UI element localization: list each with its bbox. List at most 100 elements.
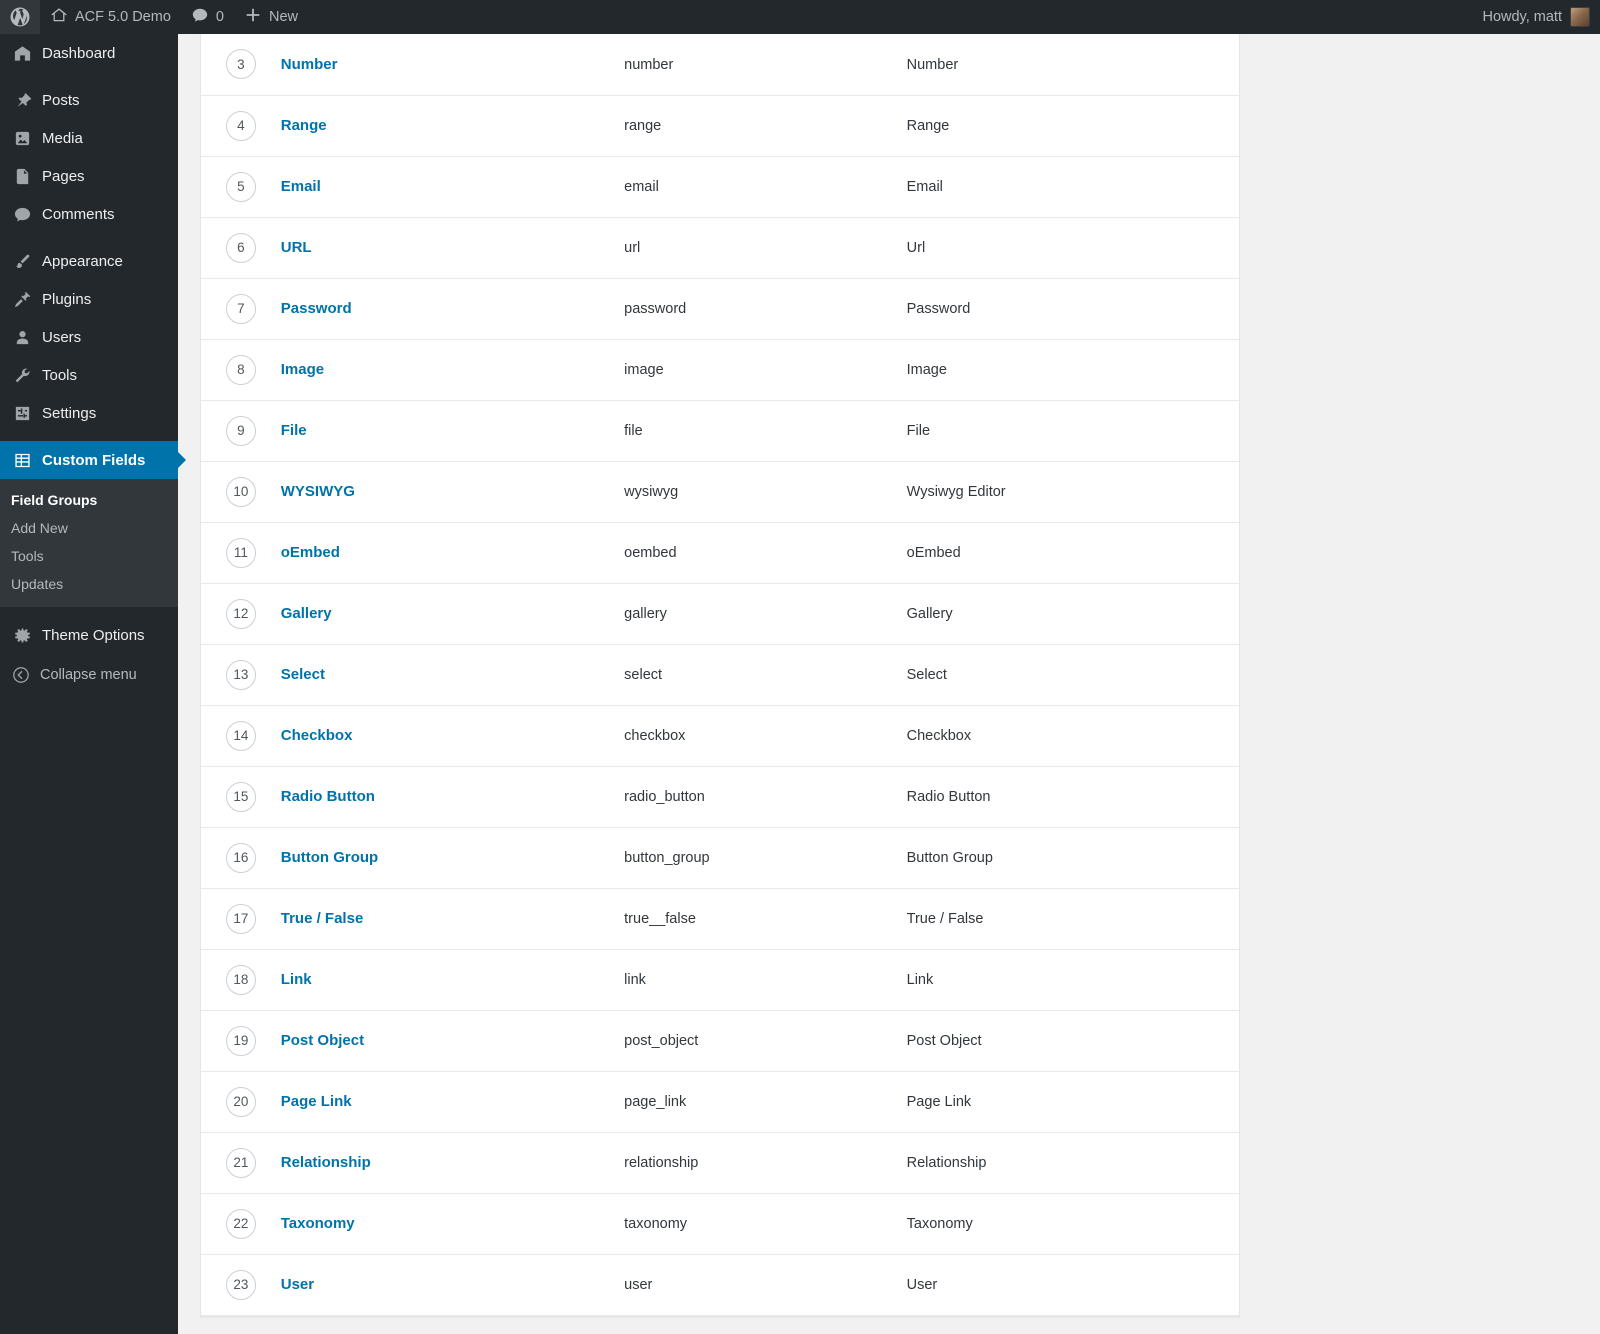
field-order-handle[interactable]: 20 (225, 1086, 256, 1117)
field-order-handle[interactable]: 15 (225, 781, 256, 812)
field-order-handle[interactable]: 22 (225, 1208, 256, 1239)
field-label-link[interactable]: Select (281, 666, 325, 683)
field-label-link[interactable]: Link (281, 971, 312, 988)
field-label-link[interactable]: True / False (281, 910, 364, 927)
field-label-link[interactable]: oEmbed (281, 544, 340, 561)
submenu-item-field-groups[interactable]: Field Groups (0, 486, 178, 514)
home-icon (50, 6, 68, 28)
field-order-handle[interactable]: 7 (225, 293, 256, 324)
submenu-item-add-new[interactable]: Add New (0, 514, 178, 542)
field-label-cell: Relationship (281, 1132, 624, 1193)
field-order-handle[interactable]: 5 (225, 171, 256, 202)
field-order-cell: 4 (201, 95, 281, 156)
table-row[interactable]: 9 File file File (201, 400, 1239, 461)
field-order-handle[interactable]: 12 (225, 598, 256, 629)
field-label-link[interactable]: File (281, 422, 307, 439)
table-row[interactable]: 7 Password password Password (201, 278, 1239, 339)
field-order-handle[interactable]: 8 (225, 354, 256, 385)
table-row[interactable]: 15 Radio Button radio_button Radio Button (201, 766, 1239, 827)
sidebar-item-comments[interactable]: Comments (0, 195, 178, 233)
field-order-handle[interactable]: 23 (225, 1269, 256, 1300)
sidebar-item-custom-fields[interactable]: Custom Fields (0, 441, 186, 479)
my-account-menu[interactable]: Howdy, matt (1472, 0, 1600, 34)
field-name-cell: user (624, 1254, 906, 1315)
table-row[interactable]: 16 Button Group button_group Button Group (201, 827, 1239, 888)
new-content-label: New (268, 9, 298, 25)
field-order-handle[interactable]: 10 (225, 476, 256, 507)
field-label-link[interactable]: Page Link (281, 1093, 352, 1110)
sidebar-item-settings[interactable]: Settings (0, 394, 178, 432)
table-row[interactable]: 3 Number number Number (201, 34, 1239, 95)
field-type-cell: True / False (907, 888, 1239, 949)
field-label-link[interactable]: Post Object (281, 1032, 364, 1049)
field-order-cell: 11 (201, 522, 281, 583)
field-order-handle[interactable]: 4 (225, 110, 256, 141)
comments-bubble[interactable]: 0 (181, 0, 234, 34)
field-label-link[interactable]: Password (281, 300, 352, 317)
table-row[interactable]: 11 oEmbed oembed oEmbed (201, 522, 1239, 583)
submenu-item-updates[interactable]: Updates (0, 570, 178, 598)
submenu-item-tools[interactable]: Tools (0, 542, 178, 570)
site-name-menu[interactable]: ACF 5.0 Demo (40, 0, 181, 34)
field-label-link[interactable]: Radio Button (281, 788, 375, 805)
table-row[interactable]: 13 Select select Select (201, 644, 1239, 705)
field-type-cell: Url (907, 217, 1239, 278)
table-row[interactable]: 18 Link link Link (201, 949, 1239, 1010)
field-order-handle[interactable]: 13 (225, 659, 256, 690)
field-order-handle[interactable]: 18 (225, 964, 256, 995)
field-order-handle[interactable]: 14 (225, 720, 256, 751)
field-type-cell: Image (907, 339, 1239, 400)
sidebar-item-dashboard[interactable]: Dashboard (0, 34, 178, 72)
table-row[interactable]: 6 URL url Url (201, 217, 1239, 278)
sidebar-item-appearance[interactable]: Appearance (0, 242, 178, 280)
table-row[interactable]: 4 Range range Range (201, 95, 1239, 156)
table-row[interactable]: 14 Checkbox checkbox Checkbox (201, 705, 1239, 766)
field-label-link[interactable]: WYSIWYG (281, 483, 355, 500)
field-order-handle[interactable]: 6 (225, 232, 256, 263)
field-label-link[interactable]: Email (281, 178, 321, 195)
field-type-text: Number (906, 56, 959, 73)
wp-logo-menu[interactable] (0, 0, 40, 34)
sidebar-item-posts[interactable]: Posts (0, 81, 178, 119)
field-order-handle[interactable]: 17 (225, 903, 256, 934)
field-order-handle[interactable]: 16 (225, 842, 256, 873)
field-order-handle[interactable]: 3 (225, 49, 256, 80)
field-type-cell: User (907, 1254, 1239, 1315)
table-row[interactable]: 22 Taxonomy taxonomy Taxonomy (201, 1193, 1239, 1254)
field-label-link[interactable]: Button Group (281, 849, 378, 866)
new-content-menu[interactable]: New (234, 0, 308, 34)
table-row[interactable]: 17 True / False true__false True / False (201, 888, 1239, 949)
table-row[interactable]: 19 Post Object post_object Post Object (201, 1010, 1239, 1071)
field-label-link[interactable]: Relationship (281, 1154, 371, 1171)
collapse-menu-button[interactable]: Collapse menu (0, 658, 178, 692)
sidebar-item-plugins[interactable]: Plugins (0, 280, 178, 318)
table-row[interactable]: 5 Email email Email (201, 156, 1239, 217)
sidebar-item-theme-options[interactable]: Theme Options (0, 616, 178, 654)
field-type-text: Password (906, 301, 971, 317)
field-order-handle[interactable]: 11 (225, 537, 256, 568)
field-order-handle[interactable]: 9 (225, 415, 256, 446)
field-label-link[interactable]: Number (281, 56, 338, 73)
table-row[interactable]: 12 Gallery gallery Gallery (201, 583, 1239, 644)
field-type-text: Radio Button (906, 789, 991, 805)
field-label-link[interactable]: Image (281, 361, 324, 378)
table-row[interactable]: 8 Image image Image (201, 339, 1239, 400)
sidebar-item-users[interactable]: Users (0, 318, 178, 356)
table-row[interactable]: 23 User user User (201, 1254, 1239, 1315)
sidebar-item-media[interactable]: Media (0, 119, 178, 157)
field-order-cell: 3 (201, 34, 281, 95)
field-label-link[interactable]: Gallery (281, 605, 332, 622)
field-label-link[interactable]: Taxonomy (281, 1215, 355, 1232)
sidebar-item-pages[interactable]: Pages (0, 157, 178, 195)
submenu-item-label: Updates (11, 576, 64, 592)
table-row[interactable]: 10 WYSIWYG wysiwyg Wysiwyg Editor (201, 461, 1239, 522)
field-label-link[interactable]: Range (281, 117, 327, 134)
field-order-handle[interactable]: 21 (225, 1147, 256, 1178)
sidebar-item-tools[interactable]: Tools (0, 356, 178, 394)
field-label-link[interactable]: User (281, 1276, 314, 1293)
field-label-link[interactable]: Checkbox (281, 727, 353, 744)
field-order-handle[interactable]: 19 (225, 1025, 256, 1056)
table-row[interactable]: 20 Page Link page_link Page Link (201, 1071, 1239, 1132)
field-label-link[interactable]: URL (281, 239, 312, 256)
table-row[interactable]: 21 Relationship relationship Relationship (201, 1132, 1239, 1193)
